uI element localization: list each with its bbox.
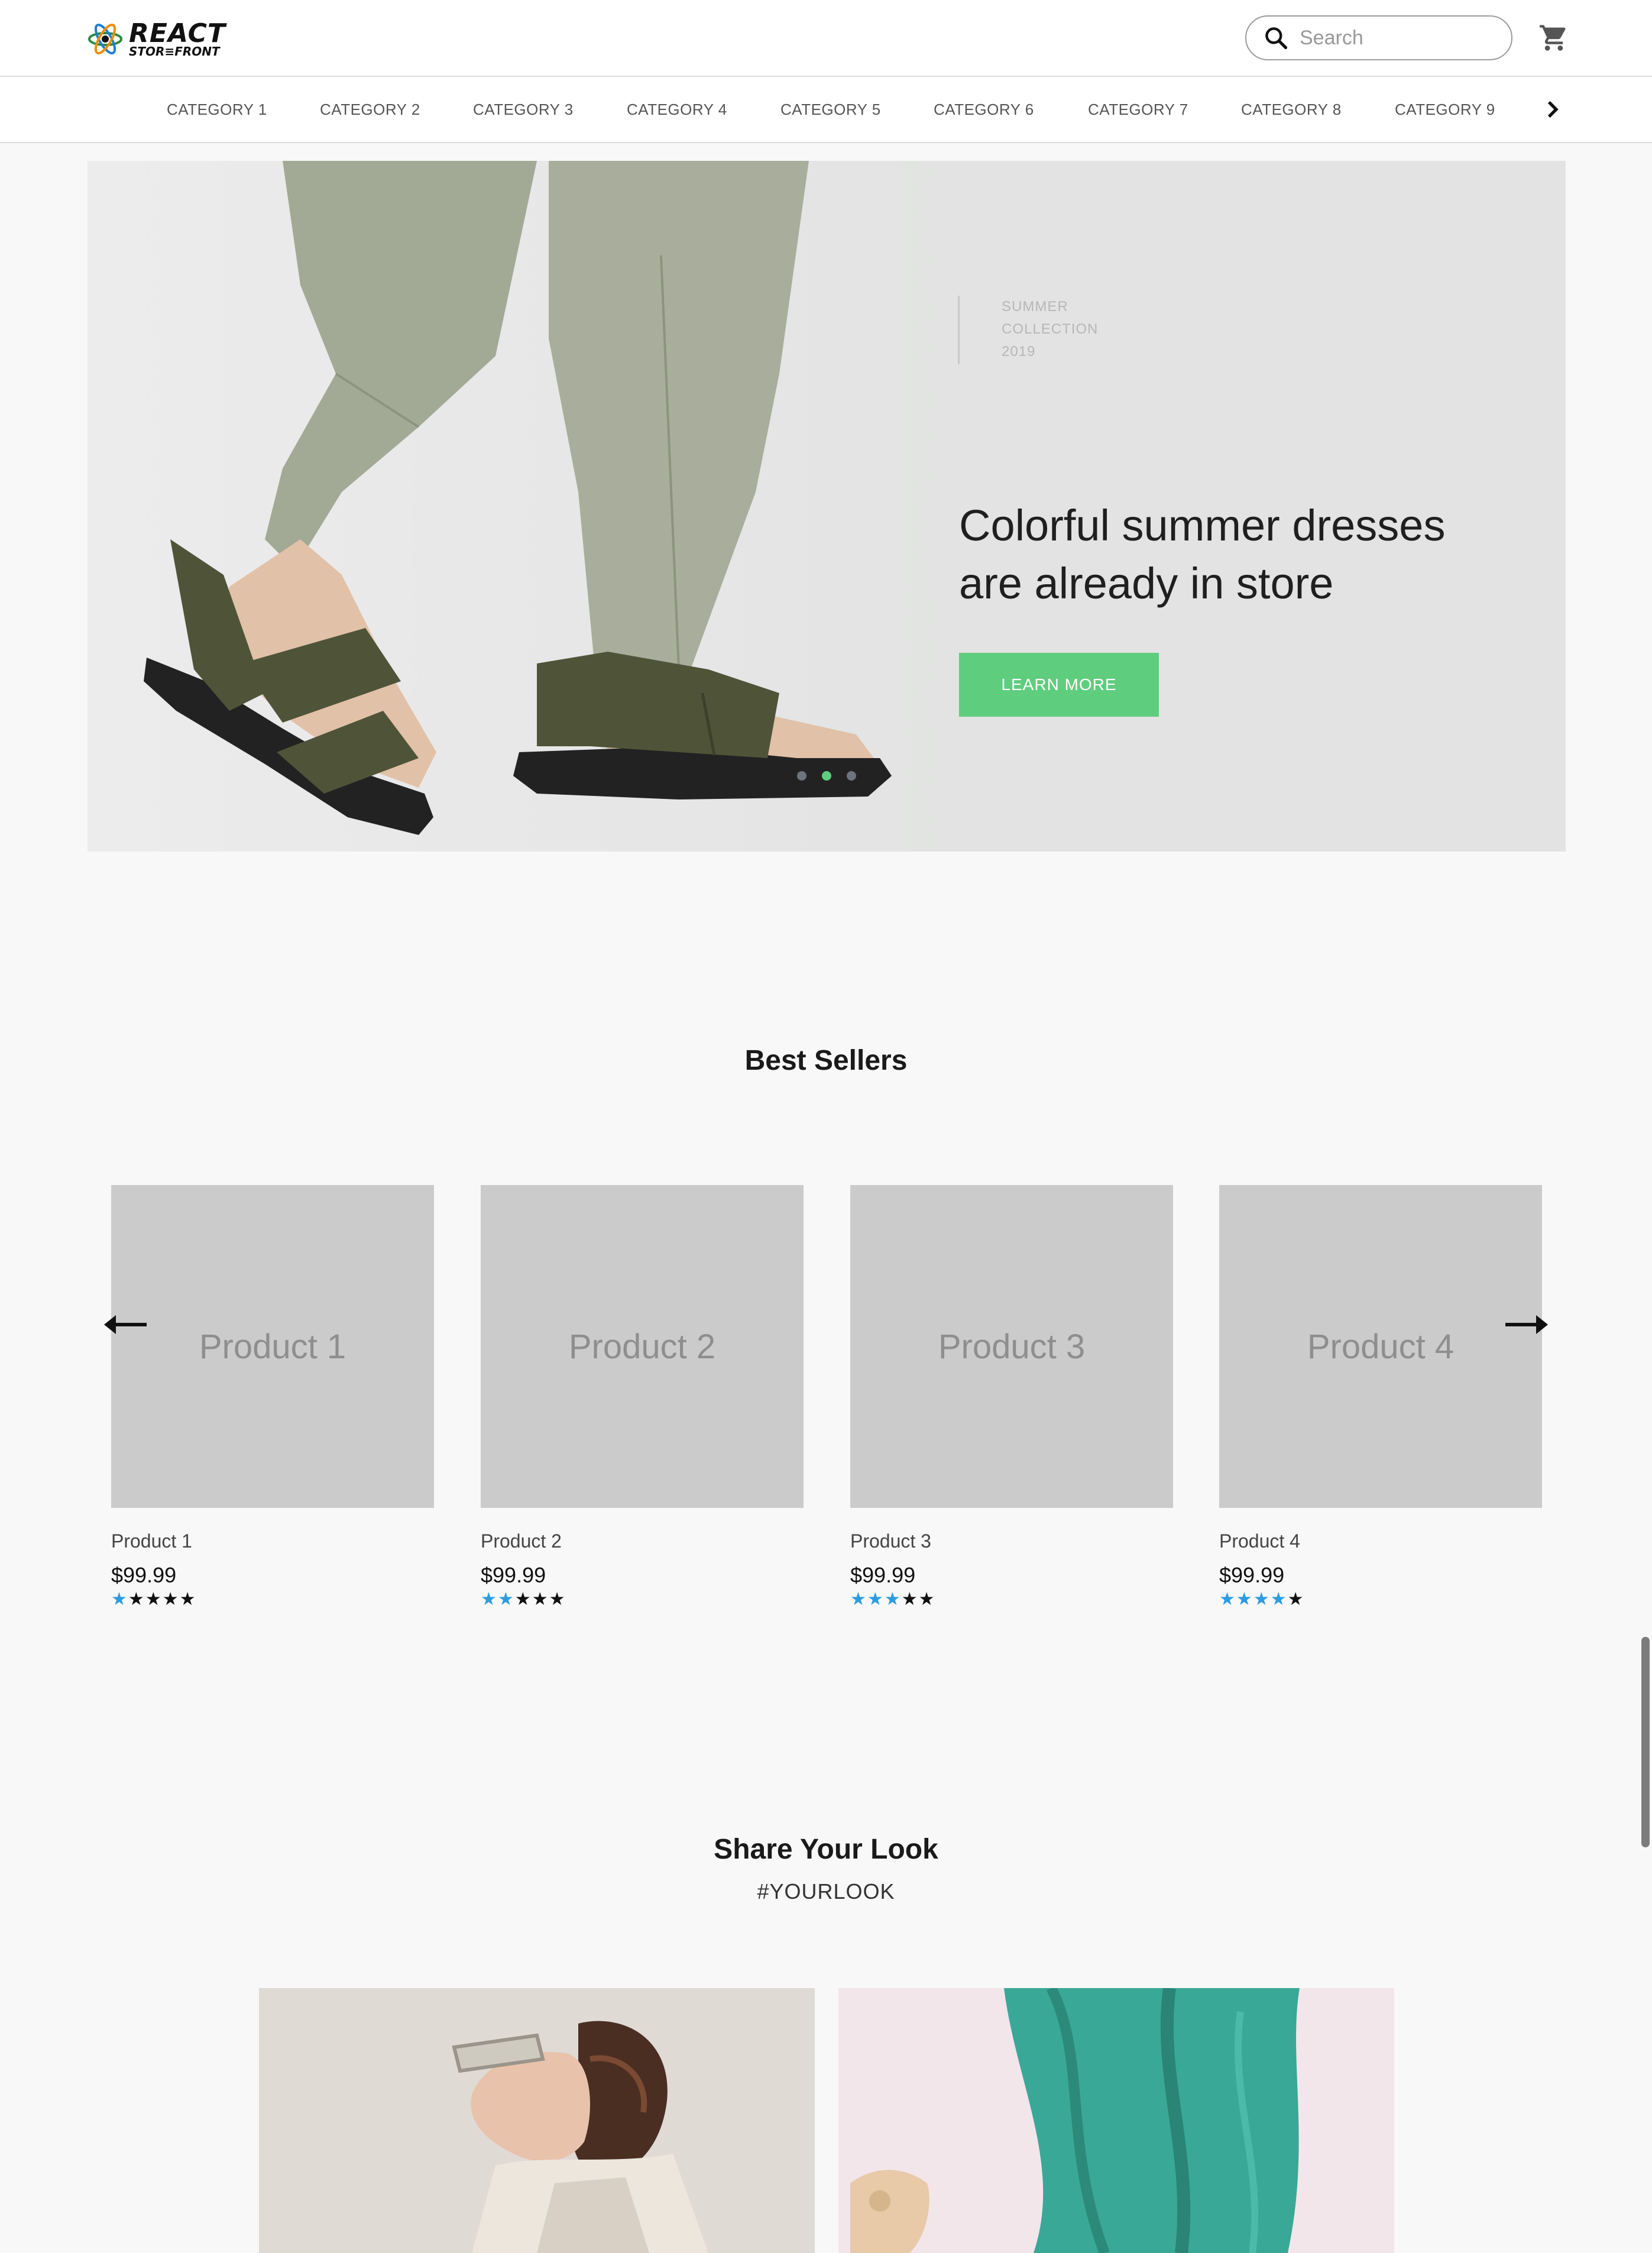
arrow-left-icon[interactable] [102,1307,149,1342]
product-price: $99.99 [1219,1563,1285,1587]
product-image[interactable]: Product 3 [850,1185,1173,1508]
star-empty-icon: ★ [145,1589,161,1610]
category-nav: CATEGORY 1 CATEGORY 2 CATEGORY 3 CATEGOR… [0,77,1652,143]
product-image[interactable]: Product 4 [1219,1185,1542,1508]
atom-logo-icon [88,24,122,54]
cart-icon[interactable] [1538,22,1569,53]
star-filled-icon: ★ [111,1589,127,1610]
best-sellers-title: Best Sellers [744,1045,908,1076]
star-empty-icon: ★ [128,1589,144,1610]
product-rating: ★ ★ ★ ★ ★ [111,1590,434,1609]
star-filled-icon: ★ [1236,1589,1252,1610]
star-filled-icon: ★ [1270,1589,1287,1610]
hero-kicker: SUMMER COLLECTION 2019 [1002,299,1099,360]
product-image[interactable]: Product 2 [481,1185,804,1508]
star-empty-icon: ★ [514,1589,531,1610]
logo-subtitle: STOR≡FRONT [129,44,220,59]
star-filled-icon: ★ [481,1589,497,1610]
product-card[interactable]: Product 1 Product 1 $99.99 ★ ★ ★ ★ ★ [111,1185,434,1609]
category-link-8[interactable]: CATEGORY 8 [1241,77,1342,142]
product-name[interactable]: Product 2 [481,1530,804,1552]
hero-kicker-divider [958,296,960,364]
star-empty-icon: ★ [901,1589,918,1610]
share-hashtag: #YOURLOOK [757,1879,895,1904]
star-empty-icon: ★ [162,1589,179,1610]
search-icon [1265,27,1288,50]
star-filled-icon: ★ [497,1589,514,1610]
product-card[interactable]: Product 2 Product 2 $99.99 ★ ★ ★ ★ ★ [481,1185,804,1609]
arrow-right-icon[interactable] [1503,1307,1550,1342]
product-rating: ★ ★ ★ ★ ★ [481,1590,804,1609]
category-link-3[interactable]: CATEGORY 3 [473,77,574,142]
search-box[interactable] [1245,15,1512,60]
category-link-1[interactable]: CATEGORY 1 [167,77,267,142]
slide-dot-1[interactable] [797,771,806,781]
site-header: REACT STOR≡FRONT [0,0,1652,77]
star-filled-icon: ★ [850,1589,866,1610]
category-link-2[interactable]: CATEGORY 2 [320,77,420,142]
category-link-7[interactable]: CATEGORY 7 [1088,77,1188,142]
star-empty-icon: ★ [179,1589,196,1610]
star-filled-icon: ★ [1253,1589,1269,1610]
star-empty-icon: ★ [918,1589,935,1610]
product-name[interactable]: Product 3 [850,1530,1173,1552]
search-input[interactable] [1298,25,1496,50]
category-link-9[interactable]: CATEGORY 9 [1395,77,1495,142]
star-filled-icon: ★ [867,1589,883,1610]
product-image[interactable]: Product 1 [111,1185,434,1508]
learn-more-button[interactable]: LEARN MORE [959,653,1159,717]
product-name[interactable]: Product 4 [1219,1530,1542,1552]
hero-sandals-image [88,161,963,852]
product-rating: ★ ★ ★ ★ ★ [850,1590,1173,1609]
product-card[interactable]: Product 4 Product 4 $99.99 ★ ★ ★ ★ ★ [1219,1185,1542,1609]
star-empty-icon: ★ [532,1589,548,1610]
slide-dot-3[interactable] [847,771,856,781]
star-filled-icon: ★ [884,1589,900,1610]
logo[interactable]: REACT STOR≡FRONT [88,21,226,57]
hero-title: Colorful summer dresses are already in s… [959,501,1446,608]
slide-dot-2[interactable] [822,771,831,781]
product-name[interactable]: Product 1 [111,1530,434,1552]
product-price: $99.99 [111,1563,177,1587]
share-your-look-title: Share Your Look [714,1834,938,1865]
logo-title: REACT [129,18,226,48]
star-empty-icon: ★ [1287,1589,1304,1610]
product-price: $99.99 [481,1563,546,1587]
product-rating: ★ ★ ★ ★ ★ [1219,1590,1542,1609]
chevron-right-icon[interactable] [1540,97,1564,122]
page-scrollbar[interactable] [1641,1637,1650,1847]
category-link-6[interactable]: CATEGORY 6 [934,77,1034,142]
category-link-4[interactable]: CATEGORY 4 [627,77,727,142]
hero-banner: SUMMER COLLECTION 2019 Colorful summer d… [88,161,1566,852]
product-price: $99.99 [850,1563,916,1587]
category-link-5[interactable]: CATEGORY 5 [780,77,881,142]
star-filled-icon: ★ [1219,1589,1235,1610]
star-empty-icon: ★ [549,1589,565,1610]
look-photo-teal-fabric[interactable] [838,1988,1394,2253]
product-card[interactable]: Product 3 Product 3 $99.99 ★ ★ ★ ★ ★ [850,1185,1173,1609]
look-photo-woman[interactable] [259,1988,815,2253]
